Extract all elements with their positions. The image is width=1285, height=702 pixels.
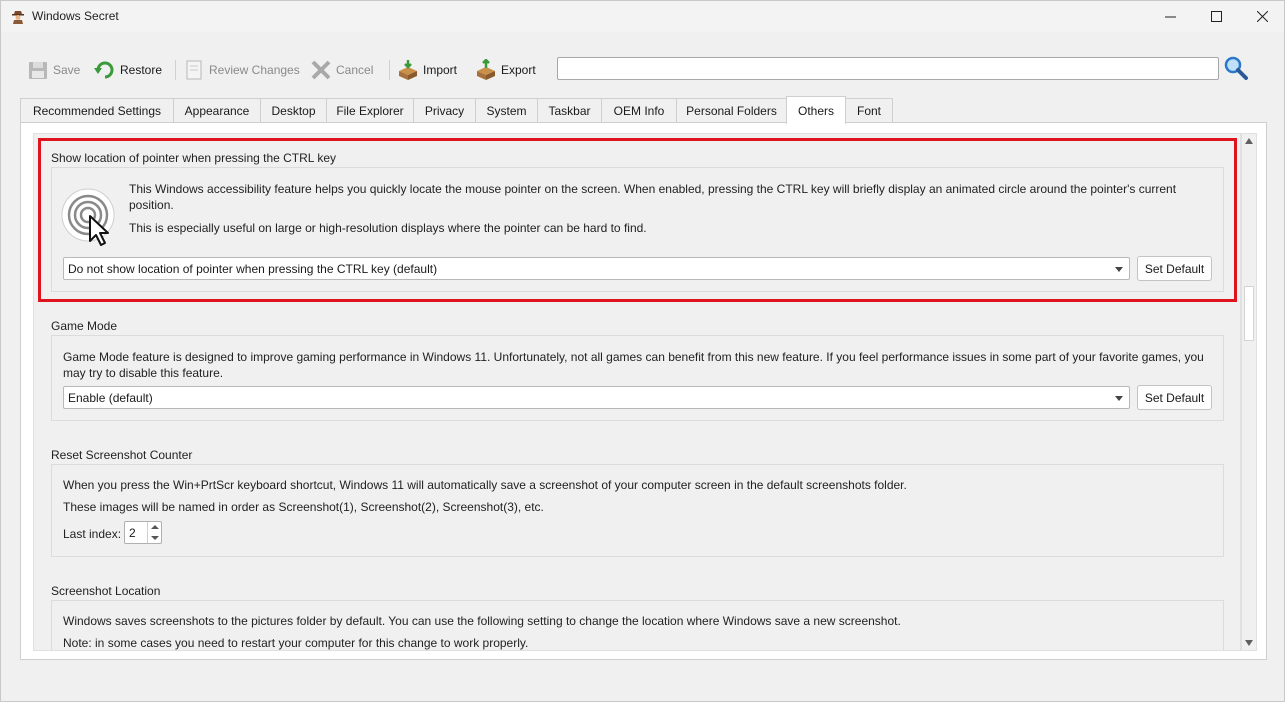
screenshot-location-note: Note: in some cases you need to restart … [63,636,529,650]
search-button[interactable] [1223,55,1249,81]
import-box-icon [397,59,419,81]
export-box-icon [475,58,497,81]
vertical-scrollbar[interactable] [1241,133,1257,651]
magnifier-icon [1224,56,1248,80]
import-button[interactable]: Import [397,55,457,85]
tab-desktop[interactable]: Desktop [260,98,327,123]
title-bar: Windows Secret [1,1,1284,32]
spy-icon [11,9,25,24]
cancel-x-icon [310,59,332,81]
minimize-button[interactable] [1147,1,1193,32]
restore-button[interactable]: Restore [94,55,162,85]
caret-up-icon[interactable] [151,525,159,529]
cancel-button[interactable]: Cancel [310,55,373,85]
game-mode-group: Game Mode feature is designed to improve… [51,335,1224,421]
scrollbar-thumb[interactable] [1244,286,1254,341]
cancel-label: Cancel [336,63,374,77]
game-mode-description-line1: Game Mode feature is designed to improve… [63,350,1204,364]
screenshot-location-group: Windows saves screenshots to the picture… [51,600,1224,650]
document-icon [183,59,205,81]
tab-system[interactable]: System [475,98,538,123]
tab-others[interactable]: Others [786,96,846,124]
screenshot-counter-description: When you press the Win+PrtScr keyboard s… [63,478,907,492]
export-button[interactable]: Export [475,55,536,85]
tab-personal-folders[interactable]: Personal Folders [676,98,787,123]
tab-bar: Recommended Settings Appearance Desktop … [20,96,1270,124]
tab-recommended-settings[interactable]: Recommended Settings [20,98,174,123]
last-index-value: 2 [129,526,136,540]
toolbar-separator [389,60,390,80]
screenshot-counter-group: When you press the Win+PrtScr keyboard s… [51,464,1224,557]
toolbar-separator [175,60,176,80]
scroll-down-icon[interactable] [1245,640,1253,646]
game-mode-set-default-button[interactable]: Set Default [1137,385,1212,410]
game-mode-description-line2: may try to disable this feature. [63,366,224,380]
app-window: Windows Secret Save Restore Review Chang… [0,0,1285,702]
maximize-icon [1210,11,1222,22]
screenshot-location-description: Windows saves screenshots to the picture… [63,614,901,628]
import-label: Import [423,63,458,77]
tab-font[interactable]: Font [845,98,893,123]
review-changes-button[interactable]: Review Changes [183,55,300,85]
screenshot-counter-section-title: Reset Screenshot Counter [51,448,193,462]
game-mode-select[interactable]: Enable (default) [63,386,1130,409]
maximize-button[interactable] [1193,1,1239,32]
restore-label: Restore [120,63,163,77]
export-label: Export [501,63,536,77]
floppy-icon [27,59,49,81]
scroll-up-icon[interactable] [1245,138,1253,144]
toolbar: Save Restore Review Changes Cancel Impor… [23,55,1263,85]
game-mode-section-title: Game Mode [51,319,118,333]
tab-privacy[interactable]: Privacy [413,98,476,123]
minimize-icon [1164,16,1176,18]
last-index-label: Last index: [63,527,122,541]
screenshot-counter-naming-note: These images will be named in order as S… [63,500,544,514]
stepper-buttons[interactable] [147,522,161,543]
tab-file-explorer[interactable]: File Explorer [326,98,414,123]
tab-oem-info[interactable]: OEM Info [601,98,677,123]
close-button[interactable] [1239,1,1285,32]
caret-down-icon[interactable] [151,536,159,540]
screenshot-location-section-title: Screenshot Location [51,584,161,598]
search-input[interactable] [557,57,1219,80]
highlight-frame [38,138,1237,302]
restore-arrow-icon [94,59,116,81]
last-index-stepper[interactable]: 2 [124,521,162,544]
window-title: Windows Secret [32,9,119,23]
chevron-down-icon [1115,396,1123,401]
game-mode-value: Enable (default) [68,390,153,405]
save-label: Save [53,63,81,77]
review-label: Review Changes [209,63,300,77]
close-icon [1256,11,1268,22]
tab-taskbar[interactable]: Taskbar [537,98,602,123]
save-button[interactable]: Save [27,55,80,85]
tab-appearance[interactable]: Appearance [173,98,261,123]
